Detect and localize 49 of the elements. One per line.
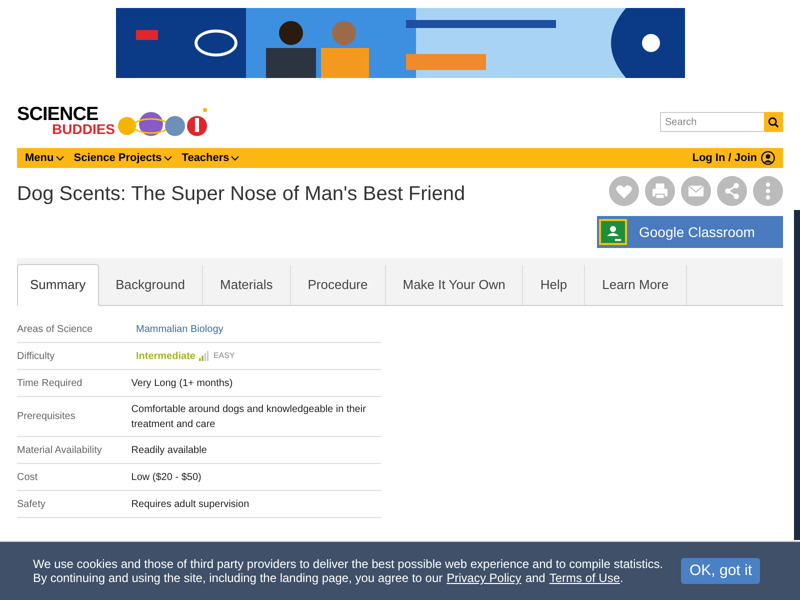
tab[interactable]: Procedure: [290, 265, 386, 305]
row-label: Material Availability: [17, 444, 103, 458]
printer-icon[interactable]: [645, 176, 675, 206]
row-label: Cost: [17, 470, 39, 484]
accept-cookies-button[interactable]: OK, got it: [681, 558, 760, 584]
science-area-link[interactable]: Mammalian Biology: [136, 322, 224, 336]
tab[interactable]: Learn More: [585, 265, 687, 305]
search-field[interactable]: Search: [660, 112, 764, 132]
chevron-down-icon: [231, 156, 240, 160]
row-label: Safety: [17, 498, 46, 512]
logo-text: SCIENCE: [17, 108, 98, 122]
tab[interactable]: Help: [523, 265, 586, 305]
row-label: Areas of Science: [17, 322, 94, 336]
more-icon[interactable]: [753, 176, 783, 206]
row-value: Comfortable around dogs and knowledgeable in their treatment and care: [131, 402, 367, 432]
row-label: Difficulty: [17, 350, 56, 364]
nav-menu-item[interactable]: Menu: [25, 150, 64, 166]
user-icon: [761, 151, 775, 165]
nav-menu-item[interactable]: Science Projects: [74, 150, 172, 166]
login-link[interactable]: Log In / Join: [692, 150, 775, 166]
row-value: Readily available: [131, 444, 208, 458]
nav-menu-item[interactable]: Teachers: [182, 150, 240, 166]
row-label: Time Required: [17, 376, 84, 390]
page-title: Dog Scents: The Super Nose of Man's Best Friend: [17, 182, 466, 207]
cookie-text: .: [620, 571, 624, 585]
cookie-text: and: [525, 571, 546, 585]
search-icon: [768, 116, 779, 128]
difficulty-value: Intermediate: [136, 350, 196, 364]
google-classroom-button[interactable]: Google Classroom: [597, 216, 783, 248]
search-button[interactable]: [764, 112, 783, 132]
cookie-text: We use cookies and those of third party providers to deliver the best possible web experience and to compile statistics.: [33, 557, 664, 571]
chevron-down-icon: [56, 156, 64, 160]
tab[interactable]: Background: [98, 265, 204, 305]
row-value: Very Long (1+ months): [131, 376, 234, 390]
difficulty-note: EASY: [213, 350, 235, 362]
tab[interactable]: Make It Your Own: [386, 265, 524, 305]
envelope-icon[interactable]: [681, 176, 711, 206]
logo-text: BUDDIES: [51, 122, 116, 136]
row-label: Prerequisites: [17, 410, 76, 424]
tab[interactable]: Summary: [17, 264, 99, 306]
classroom-icon: [599, 219, 627, 245]
privacy-policy-link[interactable]: Privacy Policy: [446, 571, 522, 585]
terms-of-use-link[interactable]: Terms of Use: [549, 571, 620, 585]
cookie-text: By continuing and using the site, including the landing page, you agree to our: [33, 571, 443, 585]
row-value: Low ($20 - $50): [131, 470, 202, 484]
share-icon[interactable]: [717, 176, 747, 206]
chevron-down-icon: [164, 156, 172, 160]
row-value: Requires adult supervision: [131, 498, 250, 512]
tab[interactable]: Materials: [203, 265, 291, 305]
